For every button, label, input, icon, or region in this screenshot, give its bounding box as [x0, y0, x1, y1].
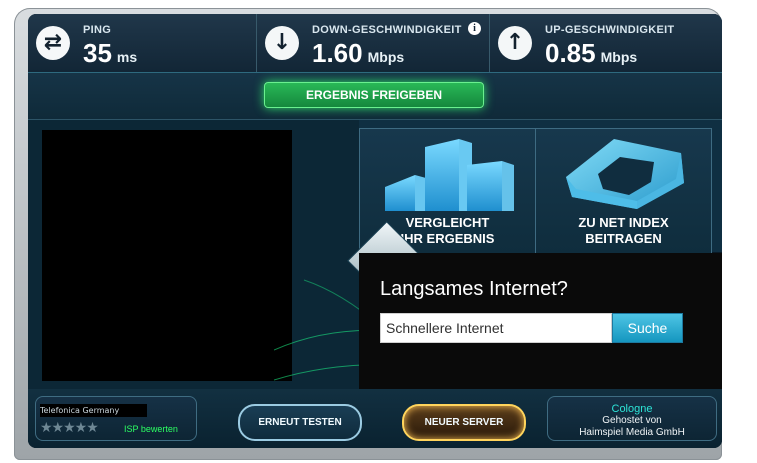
upload-metric: ↑ UP-GESCHWINDIGKEIT 0.85 Mbps: [490, 14, 722, 72]
upload-value: 0.85 Mbps: [545, 38, 637, 69]
server-host-line2: Haimspiel Media GmbH: [579, 427, 685, 438]
download-arrow-icon: ↓: [265, 26, 299, 60]
speedtest-stage: ⇄ PING 35 ms ↓ DOWN-GESCHWINDIGKEIT i 1.6…: [28, 14, 722, 448]
upload-label: UP-GESCHWINDIGKEIT: [545, 24, 675, 36]
net-index-title: ZU NET INDEX BEITRAGEN: [536, 215, 711, 247]
download-metric: ↓ DOWN-GESCHWINDIGKEIT i 1.60 Mbps: [257, 14, 490, 72]
ping-number: 35: [83, 38, 112, 68]
isp-box: Telefonica Germany ★★★★★ ISP bewerten: [35, 396, 197, 441]
search-input[interactable]: Schnellere Internet: [380, 313, 612, 343]
ping-value: 35 ms: [83, 38, 137, 69]
server-city: Cologne: [611, 403, 653, 415]
metrics-bar: ⇄ PING 35 ms ↓ DOWN-GESCHWINDIGKEIT i 1.6…: [28, 14, 722, 73]
new-server-button[interactable]: NEUER SERVER: [402, 404, 526, 441]
search-title: Langsames Internet?: [380, 278, 568, 300]
download-value: 1.60 Mbps: [312, 38, 404, 69]
server-host-line1: Gehostet von: [602, 415, 662, 426]
rate-isp-link[interactable]: ISP bewerten: [124, 424, 178, 434]
net-index-title-line1: ZU NET INDEX: [578, 215, 669, 230]
share-row: ERGEBNIS FREIGEBEN: [28, 73, 722, 120]
download-label: DOWN-GESCHWINDIGKEIT: [312, 24, 462, 36]
bar-chart-icon: [385, 139, 514, 211]
retest-button[interactable]: ERNEUT TESTEN: [238, 404, 362, 441]
stacked-ring-icon: [566, 139, 684, 209]
upload-number: 0.85: [545, 38, 596, 68]
upload-unit: Mbps: [600, 49, 638, 65]
ad-placeholder: [42, 130, 292, 381]
share-result-button[interactable]: ERGEBNIS FREIGEBEN: [264, 82, 484, 108]
search-button[interactable]: Suche: [612, 313, 683, 343]
download-number: 1.60: [312, 38, 363, 68]
ping-label: PING: [83, 24, 112, 36]
bottom-bar: Telefonica Germany ★★★★★ ISP bewerten ER…: [28, 389, 722, 448]
swap-icon: ⇄: [36, 26, 70, 60]
server-info-box: Cologne Gehostet von Haimspiel Media Gmb…: [547, 396, 717, 441]
search-panel: Langsames Internet? Schnellere Internet …: [359, 253, 722, 389]
ping-unit: ms: [116, 49, 138, 65]
upload-arrow-icon: ↑: [498, 26, 532, 60]
ping-metric: ⇄ PING 35 ms: [28, 14, 257, 72]
download-unit: Mbps: [367, 49, 405, 65]
rating-stars[interactable]: ★★★★★: [40, 420, 99, 436]
net-index-card[interactable]: ZU NET INDEX BEITRAGEN: [535, 128, 712, 254]
info-icon[interactable]: i: [468, 22, 481, 35]
isp-name: Telefonica Germany: [40, 404, 147, 417]
action-cards: VERGLEICHT IHR ERGEBNIS ZU NET INDEX BEI…: [359, 120, 722, 254]
net-index-title-line2: BEITRAGEN: [585, 231, 662, 246]
